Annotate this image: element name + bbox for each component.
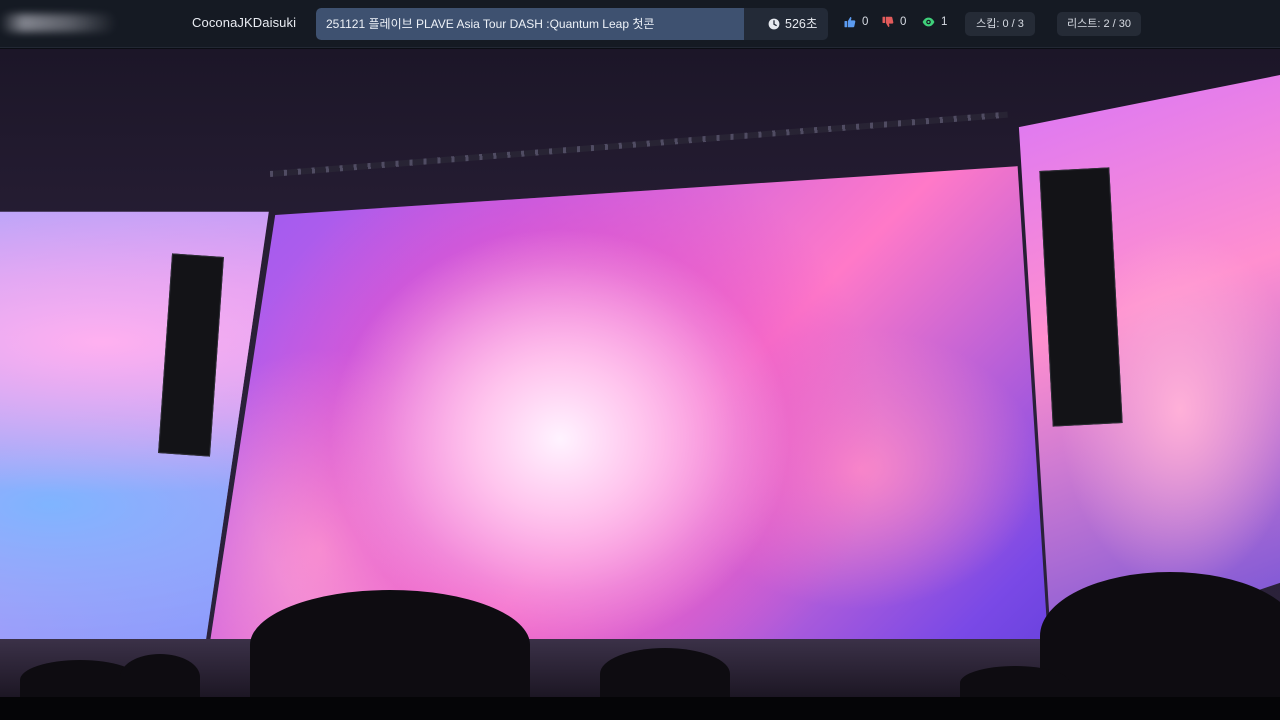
username[interactable]: CoconaJKDaisuki <box>192 15 296 30</box>
audience-silhouettes <box>0 560 1280 700</box>
thumbs-up-icon[interactable] <box>844 16 856 28</box>
speaker-right <box>1039 167 1123 427</box>
site-logo[interactable] <box>0 14 116 32</box>
list-counter[interactable]: 리스트: 2 / 30 <box>1057 12 1141 36</box>
dislike-count: 0 <box>900 16 907 28</box>
clock-icon <box>768 18 780 30</box>
view-counter: 1 <box>922 16 947 28</box>
video-player[interactable] <box>0 49 1280 700</box>
timer-value: 526초 <box>785 17 818 31</box>
like-counter[interactable]: 0 <box>844 16 868 28</box>
like-count: 0 <box>862 16 869 28</box>
view-count: 1 <box>941 16 948 28</box>
video-title[interactable]: 251121 플레이브 PLAVE Asia Tour DASH :Quantu… <box>316 8 744 40</box>
skip-counter[interactable]: 스킵: 0 / 3 <box>965 12 1035 36</box>
video-title-box: 251121 플레이브 PLAVE Asia Tour DASH :Quantu… <box>316 8 828 40</box>
eye-icon <box>922 16 935 28</box>
timer: 526초 <box>768 8 817 40</box>
top-bar: CoconaJKDaisuki 251121 플레이브 PLAVE Asia T… <box>0 0 1280 48</box>
video-bottom-bar <box>0 697 1280 720</box>
thumbs-down-icon[interactable] <box>882 16 894 28</box>
dislike-counter[interactable]: 0 <box>882 16 906 28</box>
